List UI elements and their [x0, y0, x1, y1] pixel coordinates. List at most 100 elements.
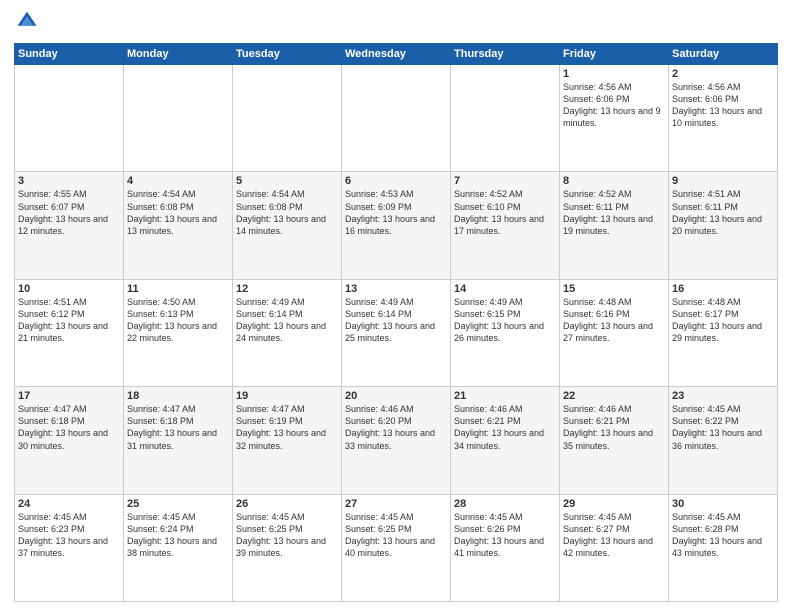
weekday-header-saturday: Saturday — [669, 44, 778, 65]
day-number: 12 — [236, 283, 338, 295]
calendar-week-row: 10Sunrise: 4:51 AM Sunset: 6:12 PM Dayli… — [15, 279, 778, 386]
day-number: 14 — [454, 283, 556, 295]
day-number: 2 — [672, 68, 774, 80]
day-info: Sunrise: 4:51 AM Sunset: 6:12 PM Dayligh… — [18, 296, 120, 345]
day-number: 9 — [672, 175, 774, 187]
weekday-header-friday: Friday — [560, 44, 669, 65]
calendar-cell: 21Sunrise: 4:46 AM Sunset: 6:21 PM Dayli… — [451, 387, 560, 494]
calendar-cell: 8Sunrise: 4:52 AM Sunset: 6:11 PM Daylig… — [560, 172, 669, 279]
weekday-header-tuesday: Tuesday — [233, 44, 342, 65]
calendar-cell: 13Sunrise: 4:49 AM Sunset: 6:14 PM Dayli… — [342, 279, 451, 386]
weekday-header-thursday: Thursday — [451, 44, 560, 65]
day-info: Sunrise: 4:46 AM Sunset: 6:20 PM Dayligh… — [345, 403, 447, 452]
day-number: 29 — [563, 498, 665, 510]
day-info: Sunrise: 4:45 AM Sunset: 6:25 PM Dayligh… — [236, 511, 338, 560]
day-info: Sunrise: 4:48 AM Sunset: 6:17 PM Dayligh… — [672, 296, 774, 345]
day-info: Sunrise: 4:45 AM Sunset: 6:27 PM Dayligh… — [563, 511, 665, 560]
calendar-cell: 12Sunrise: 4:49 AM Sunset: 6:14 PM Dayli… — [233, 279, 342, 386]
calendar-cell: 10Sunrise: 4:51 AM Sunset: 6:12 PM Dayli… — [15, 279, 124, 386]
day-info: Sunrise: 4:45 AM Sunset: 6:24 PM Dayligh… — [127, 511, 229, 560]
calendar-cell: 1Sunrise: 4:56 AM Sunset: 6:06 PM Daylig… — [560, 65, 669, 172]
day-number: 28 — [454, 498, 556, 510]
calendar-cell — [233, 65, 342, 172]
calendar-cell: 16Sunrise: 4:48 AM Sunset: 6:17 PM Dayli… — [669, 279, 778, 386]
day-info: Sunrise: 4:47 AM Sunset: 6:18 PM Dayligh… — [127, 403, 229, 452]
calendar-cell: 29Sunrise: 4:45 AM Sunset: 6:27 PM Dayli… — [560, 494, 669, 601]
day-number: 16 — [672, 283, 774, 295]
day-number: 4 — [127, 175, 229, 187]
day-info: Sunrise: 4:54 AM Sunset: 6:08 PM Dayligh… — [236, 188, 338, 237]
day-number: 18 — [127, 390, 229, 402]
calendar-cell: 14Sunrise: 4:49 AM Sunset: 6:15 PM Dayli… — [451, 279, 560, 386]
calendar-week-row: 17Sunrise: 4:47 AM Sunset: 6:18 PM Dayli… — [15, 387, 778, 494]
generalblue-icon — [16, 10, 38, 32]
day-number: 26 — [236, 498, 338, 510]
calendar-cell: 27Sunrise: 4:45 AM Sunset: 6:25 PM Dayli… — [342, 494, 451, 601]
calendar-cell: 7Sunrise: 4:52 AM Sunset: 6:10 PM Daylig… — [451, 172, 560, 279]
header — [14, 10, 778, 37]
day-info: Sunrise: 4:47 AM Sunset: 6:19 PM Dayligh… — [236, 403, 338, 452]
day-number: 5 — [236, 175, 338, 187]
calendar-week-row: 1Sunrise: 4:56 AM Sunset: 6:06 PM Daylig… — [15, 65, 778, 172]
day-info: Sunrise: 4:49 AM Sunset: 6:14 PM Dayligh… — [236, 296, 338, 345]
day-info: Sunrise: 4:54 AM Sunset: 6:08 PM Dayligh… — [127, 188, 229, 237]
day-number: 3 — [18, 175, 120, 187]
calendar-cell: 4Sunrise: 4:54 AM Sunset: 6:08 PM Daylig… — [124, 172, 233, 279]
calendar-cell: 30Sunrise: 4:45 AM Sunset: 6:28 PM Dayli… — [669, 494, 778, 601]
day-number: 24 — [18, 498, 120, 510]
logo — [14, 10, 40, 37]
day-number: 25 — [127, 498, 229, 510]
day-number: 1 — [563, 68, 665, 80]
calendar-cell: 5Sunrise: 4:54 AM Sunset: 6:08 PM Daylig… — [233, 172, 342, 279]
day-number: 23 — [672, 390, 774, 402]
calendar-cell: 25Sunrise: 4:45 AM Sunset: 6:24 PM Dayli… — [124, 494, 233, 601]
day-info: Sunrise: 4:52 AM Sunset: 6:11 PM Dayligh… — [563, 188, 665, 237]
weekday-header-wednesday: Wednesday — [342, 44, 451, 65]
day-info: Sunrise: 4:56 AM Sunset: 6:06 PM Dayligh… — [563, 81, 665, 130]
calendar-cell: 15Sunrise: 4:48 AM Sunset: 6:16 PM Dayli… — [560, 279, 669, 386]
calendar-cell: 3Sunrise: 4:55 AM Sunset: 6:07 PM Daylig… — [15, 172, 124, 279]
day-info: Sunrise: 4:45 AM Sunset: 6:25 PM Dayligh… — [345, 511, 447, 560]
calendar-cell — [124, 65, 233, 172]
day-number: 21 — [454, 390, 556, 402]
calendar-cell: 11Sunrise: 4:50 AM Sunset: 6:13 PM Dayli… — [124, 279, 233, 386]
day-info: Sunrise: 4:50 AM Sunset: 6:13 PM Dayligh… — [127, 296, 229, 345]
page: SundayMondayTuesdayWednesdayThursdayFrid… — [0, 0, 792, 612]
day-info: Sunrise: 4:45 AM Sunset: 6:26 PM Dayligh… — [454, 511, 556, 560]
calendar-cell: 22Sunrise: 4:46 AM Sunset: 6:21 PM Dayli… — [560, 387, 669, 494]
day-number: 10 — [18, 283, 120, 295]
calendar-cell: 20Sunrise: 4:46 AM Sunset: 6:20 PM Dayli… — [342, 387, 451, 494]
calendar-table: SundayMondayTuesdayWednesdayThursdayFrid… — [14, 43, 778, 602]
day-number: 11 — [127, 283, 229, 295]
calendar-cell: 2Sunrise: 4:56 AM Sunset: 6:06 PM Daylig… — [669, 65, 778, 172]
calendar-cell: 26Sunrise: 4:45 AM Sunset: 6:25 PM Dayli… — [233, 494, 342, 601]
day-info: Sunrise: 4:56 AM Sunset: 6:06 PM Dayligh… — [672, 81, 774, 130]
calendar-cell — [342, 65, 451, 172]
day-info: Sunrise: 4:47 AM Sunset: 6:18 PM Dayligh… — [18, 403, 120, 452]
day-info: Sunrise: 4:45 AM Sunset: 6:22 PM Dayligh… — [672, 403, 774, 452]
day-number: 20 — [345, 390, 447, 402]
day-number: 13 — [345, 283, 447, 295]
calendar-cell: 9Sunrise: 4:51 AM Sunset: 6:11 PM Daylig… — [669, 172, 778, 279]
calendar-week-row: 24Sunrise: 4:45 AM Sunset: 6:23 PM Dayli… — [15, 494, 778, 601]
day-info: Sunrise: 4:45 AM Sunset: 6:23 PM Dayligh… — [18, 511, 120, 560]
day-info: Sunrise: 4:55 AM Sunset: 6:07 PM Dayligh… — [18, 188, 120, 237]
day-number: 15 — [563, 283, 665, 295]
day-number: 6 — [345, 175, 447, 187]
day-info: Sunrise: 4:49 AM Sunset: 6:14 PM Dayligh… — [345, 296, 447, 345]
day-number: 8 — [563, 175, 665, 187]
day-info: Sunrise: 4:49 AM Sunset: 6:15 PM Dayligh… — [454, 296, 556, 345]
calendar-cell: 28Sunrise: 4:45 AM Sunset: 6:26 PM Dayli… — [451, 494, 560, 601]
day-number: 7 — [454, 175, 556, 187]
day-info: Sunrise: 4:51 AM Sunset: 6:11 PM Dayligh… — [672, 188, 774, 237]
day-number: 19 — [236, 390, 338, 402]
calendar-cell: 18Sunrise: 4:47 AM Sunset: 6:18 PM Dayli… — [124, 387, 233, 494]
calendar-cell — [15, 65, 124, 172]
day-info: Sunrise: 4:45 AM Sunset: 6:28 PM Dayligh… — [672, 511, 774, 560]
day-number: 30 — [672, 498, 774, 510]
weekday-header-monday: Monday — [124, 44, 233, 65]
calendar-cell: 6Sunrise: 4:53 AM Sunset: 6:09 PM Daylig… — [342, 172, 451, 279]
calendar-cell: 19Sunrise: 4:47 AM Sunset: 6:19 PM Dayli… — [233, 387, 342, 494]
calendar-cell: 24Sunrise: 4:45 AM Sunset: 6:23 PM Dayli… — [15, 494, 124, 601]
calendar-cell: 23Sunrise: 4:45 AM Sunset: 6:22 PM Dayli… — [669, 387, 778, 494]
